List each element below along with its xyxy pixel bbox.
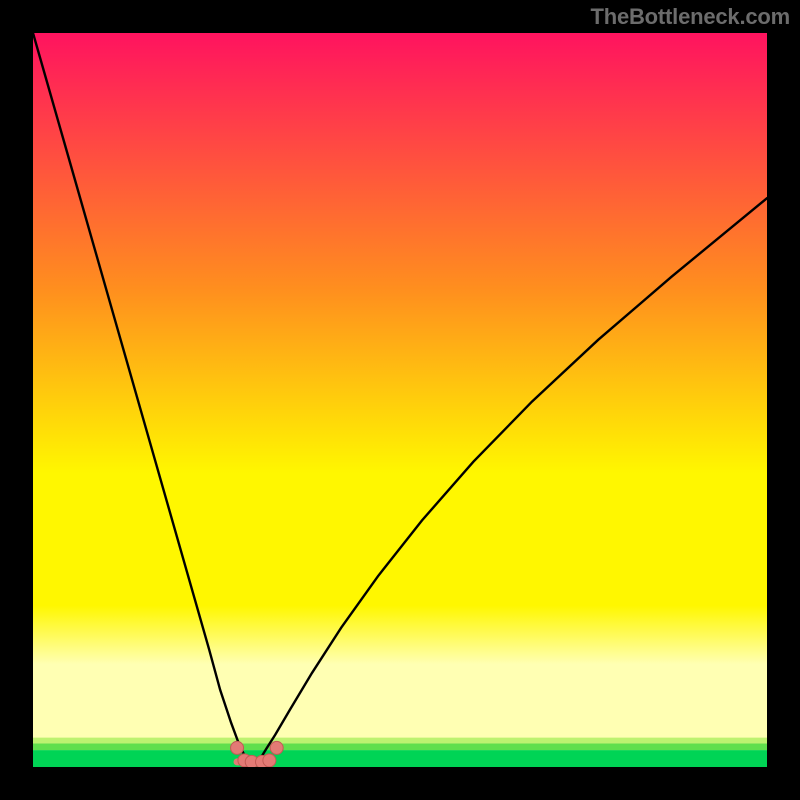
plot-area xyxy=(33,33,767,767)
green-band-1 xyxy=(33,744,767,751)
watermark-text: TheBottleneck.com xyxy=(590,4,790,30)
green-band-0 xyxy=(33,738,767,744)
frame: TheBottleneck.com xyxy=(0,0,800,800)
gradient-bg xyxy=(33,33,767,767)
chart-svg xyxy=(33,33,767,767)
marker-4 xyxy=(263,754,276,767)
marker-0 xyxy=(231,741,244,754)
marker-5 xyxy=(270,741,283,754)
green-band-2 xyxy=(33,750,767,767)
